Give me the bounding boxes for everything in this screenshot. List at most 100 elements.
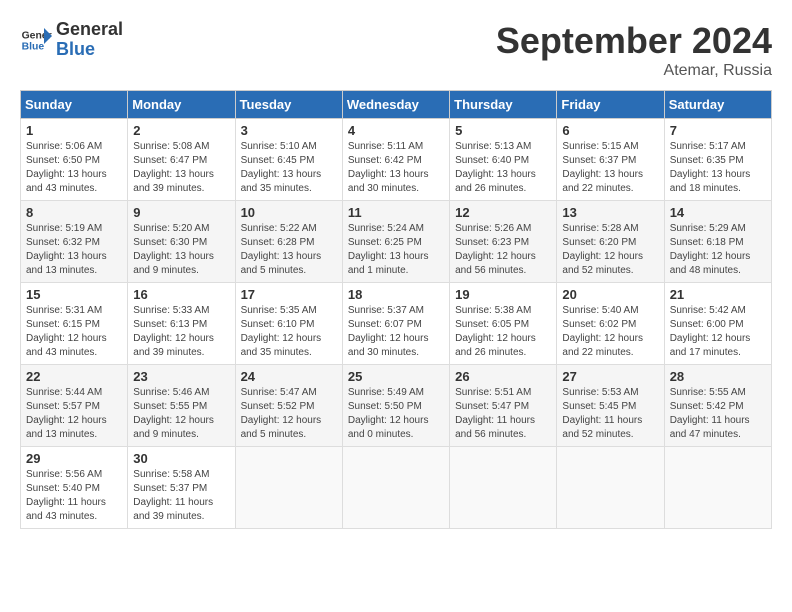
day-info: Sunrise: 5:13 AM Sunset: 6:40 PM Dayligh…: [455, 140, 551, 196]
day-number: 9: [133, 205, 229, 220]
location: Atemar, Russia: [496, 62, 772, 80]
table-row: 14 Sunrise: 5:29 AM Sunset: 6:18 PM Dayli…: [664, 201, 771, 283]
day-info: Sunrise: 5:56 AM Sunset: 5:40 PM Dayligh…: [26, 468, 122, 524]
day-info: Sunrise: 5:29 AM Sunset: 6:18 PM Dayligh…: [670, 222, 766, 278]
calendar-table: Sunday Monday Tuesday Wednesday Thursday…: [20, 90, 772, 529]
day-number: 2: [133, 123, 229, 138]
day-info: Sunrise: 5:40 AM Sunset: 6:02 PM Dayligh…: [562, 304, 658, 360]
table-row: 30 Sunrise: 5:58 AM Sunset: 5:37 PM Dayli…: [128, 447, 235, 529]
header-tuesday: Tuesday: [235, 91, 342, 119]
day-number: 11: [348, 205, 444, 220]
table-row: 5 Sunrise: 5:13 AM Sunset: 6:40 PM Daylig…: [450, 119, 557, 201]
day-info: Sunrise: 5:15 AM Sunset: 6:37 PM Dayligh…: [562, 140, 658, 196]
table-row: 15 Sunrise: 5:31 AM Sunset: 6:15 PM Dayli…: [21, 283, 128, 365]
table-row: 3 Sunrise: 5:10 AM Sunset: 6:45 PM Daylig…: [235, 119, 342, 201]
table-row: 8 Sunrise: 5:19 AM Sunset: 6:32 PM Daylig…: [21, 201, 128, 283]
logo: General Blue General Blue: [20, 20, 123, 60]
table-row: [342, 447, 449, 529]
day-info: Sunrise: 5:19 AM Sunset: 6:32 PM Dayligh…: [26, 222, 122, 278]
calendar-week-row: 22 Sunrise: 5:44 AM Sunset: 5:57 PM Dayli…: [21, 365, 772, 447]
day-info: Sunrise: 5:47 AM Sunset: 5:52 PM Dayligh…: [241, 386, 337, 442]
day-info: Sunrise: 5:58 AM Sunset: 5:37 PM Dayligh…: [133, 468, 229, 524]
table-row: 24 Sunrise: 5:47 AM Sunset: 5:52 PM Dayli…: [235, 365, 342, 447]
day-number: 15: [26, 287, 122, 302]
day-number: 23: [133, 369, 229, 384]
day-number: 3: [241, 123, 337, 138]
day-info: Sunrise: 5:33 AM Sunset: 6:13 PM Dayligh…: [133, 304, 229, 360]
table-row: 23 Sunrise: 5:46 AM Sunset: 5:55 PM Dayli…: [128, 365, 235, 447]
svg-text:Blue: Blue: [22, 41, 45, 52]
day-info: Sunrise: 5:20 AM Sunset: 6:30 PM Dayligh…: [133, 222, 229, 278]
day-info: Sunrise: 5:37 AM Sunset: 6:07 PM Dayligh…: [348, 304, 444, 360]
day-info: Sunrise: 5:46 AM Sunset: 5:55 PM Dayligh…: [133, 386, 229, 442]
day-number: 13: [562, 205, 658, 220]
day-number: 7: [670, 123, 766, 138]
title-area: September 2024 Atemar, Russia: [496, 20, 772, 80]
table-row: 11Sunrise: 5:24 AM Sunset: 6:25 PM Dayli…: [342, 201, 449, 283]
logo-icon: General Blue: [20, 24, 52, 56]
weekday-header-row: Sunday Monday Tuesday Wednesday Thursday…: [21, 91, 772, 119]
day-info: Sunrise: 5:51 AM Sunset: 5:47 PM Dayligh…: [455, 386, 551, 442]
calendar-week-row: 1 Sunrise: 5:06 AM Sunset: 6:50 PM Daylig…: [21, 119, 772, 201]
table-row: 4Sunrise: 5:11 AM Sunset: 6:42 PM Daylig…: [342, 119, 449, 201]
table-row: 26 Sunrise: 5:51 AM Sunset: 5:47 PM Dayli…: [450, 365, 557, 447]
day-number: 12: [455, 205, 551, 220]
day-info: Sunrise: 5:26 AM Sunset: 6:23 PM Dayligh…: [455, 222, 551, 278]
day-info: Sunrise: 5:53 AM Sunset: 5:45 PM Dayligh…: [562, 386, 658, 442]
calendar-week-row: 8 Sunrise: 5:19 AM Sunset: 6:32 PM Daylig…: [21, 201, 772, 283]
day-number: 29: [26, 451, 122, 466]
page-header: General Blue General Blue September 2024…: [20, 20, 772, 80]
month-title: September 2024: [496, 20, 772, 62]
logo-text-line1: General: [56, 20, 123, 40]
day-number: 10: [241, 205, 337, 220]
day-number: 16: [133, 287, 229, 302]
day-info: Sunrise: 5:10 AM Sunset: 6:45 PM Dayligh…: [241, 140, 337, 196]
table-row: 2Sunrise: 5:08 AM Sunset: 6:47 PM Daylig…: [128, 119, 235, 201]
day-number: 19: [455, 287, 551, 302]
header-monday: Monday: [128, 91, 235, 119]
header-thursday: Thursday: [450, 91, 557, 119]
table-row: 18 Sunrise: 5:37 AM Sunset: 6:07 PM Dayli…: [342, 283, 449, 365]
day-info: Sunrise: 5:42 AM Sunset: 6:00 PM Dayligh…: [670, 304, 766, 360]
day-number: 1: [26, 123, 122, 138]
table-row: [664, 447, 771, 529]
header-saturday: Saturday: [664, 91, 771, 119]
day-number: 8: [26, 205, 122, 220]
table-row: 22 Sunrise: 5:44 AM Sunset: 5:57 PM Dayli…: [21, 365, 128, 447]
table-row: 10Sunrise: 5:22 AM Sunset: 6:28 PM Dayli…: [235, 201, 342, 283]
day-number: 22: [26, 369, 122, 384]
day-info: Sunrise: 5:28 AM Sunset: 6:20 PM Dayligh…: [562, 222, 658, 278]
table-row: 28Sunrise: 5:55 AM Sunset: 5:42 PM Dayli…: [664, 365, 771, 447]
day-number: 18: [348, 287, 444, 302]
table-row: 29 Sunrise: 5:56 AM Sunset: 5:40 PM Dayli…: [21, 447, 128, 529]
logo-text-line2: Blue: [56, 40, 123, 60]
day-number: 6: [562, 123, 658, 138]
header-friday: Friday: [557, 91, 664, 119]
header-wednesday: Wednesday: [342, 91, 449, 119]
table-row: 27Sunrise: 5:53 AM Sunset: 5:45 PM Dayli…: [557, 365, 664, 447]
calendar-week-row: 29 Sunrise: 5:56 AM Sunset: 5:40 PM Dayli…: [21, 447, 772, 529]
table-row: 12 Sunrise: 5:26 AM Sunset: 6:23 PM Dayli…: [450, 201, 557, 283]
day-info: Sunrise: 5:11 AM Sunset: 6:42 PM Dayligh…: [348, 140, 444, 196]
table-row: 6 Sunrise: 5:15 AM Sunset: 6:37 PM Daylig…: [557, 119, 664, 201]
day-number: 20: [562, 287, 658, 302]
day-number: 5: [455, 123, 551, 138]
day-info: Sunrise: 5:49 AM Sunset: 5:50 PM Dayligh…: [348, 386, 444, 442]
day-info: Sunrise: 5:31 AM Sunset: 6:15 PM Dayligh…: [26, 304, 122, 360]
day-info: Sunrise: 5:17 AM Sunset: 6:35 PM Dayligh…: [670, 140, 766, 196]
day-number: 14: [670, 205, 766, 220]
table-row: 19Sunrise: 5:38 AM Sunset: 6:05 PM Dayli…: [450, 283, 557, 365]
table-row: 13 Sunrise: 5:28 AM Sunset: 6:20 PM Dayli…: [557, 201, 664, 283]
day-number: 24: [241, 369, 337, 384]
table-row: 20 Sunrise: 5:40 AM Sunset: 6:02 PM Dayli…: [557, 283, 664, 365]
day-number: 30: [133, 451, 229, 466]
day-info: Sunrise: 5:06 AM Sunset: 6:50 PM Dayligh…: [26, 140, 122, 196]
table-row: 7 Sunrise: 5:17 AM Sunset: 6:35 PM Daylig…: [664, 119, 771, 201]
header-sunday: Sunday: [21, 91, 128, 119]
day-info: Sunrise: 5:35 AM Sunset: 6:10 PM Dayligh…: [241, 304, 337, 360]
day-number: 28: [670, 369, 766, 384]
day-number: 26: [455, 369, 551, 384]
table-row: [235, 447, 342, 529]
day-info: Sunrise: 5:44 AM Sunset: 5:57 PM Dayligh…: [26, 386, 122, 442]
table-row: 21Sunrise: 5:42 AM Sunset: 6:00 PM Dayli…: [664, 283, 771, 365]
